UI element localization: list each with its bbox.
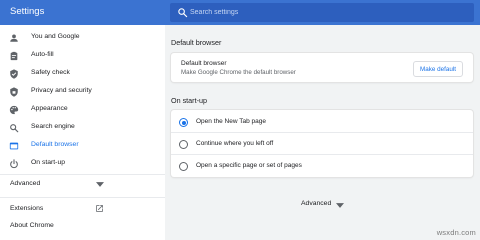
sidebar-item-appearance[interactable]: Appearance [0,101,165,119]
sidebar-item-label: Auto-fill [31,51,54,58]
radio-button-checked[interactable] [179,118,188,127]
search-icon [178,8,188,18]
shield-lock-icon [10,87,18,97]
sidebar-item-default-browser[interactable]: Default browser [0,137,165,155]
search-box[interactable] [170,3,474,22]
clipboard-icon [10,51,18,61]
radio-button[interactable] [179,140,188,149]
default-browser-title: Default browser [181,60,227,67]
sidebar-item-privacy-and-security[interactable]: Privacy and security [0,83,165,101]
advanced-button[interactable]: Advanced [301,200,331,207]
radio-button[interactable] [179,162,188,171]
palette-icon [9,105,19,115]
person-icon [10,34,18,42]
sidebar-item-on-start-up[interactable]: On start-up [0,155,165,173]
sidebar-item-label: On start-up [31,159,65,166]
sidebar-item-label: Search engine [31,123,75,130]
sidebar-item-label: You and Google [31,33,80,40]
watermark: wsxdn.com [436,228,476,237]
sidebar-divider [0,174,165,175]
startup-option-label: Open a specific page or set of pages [196,162,302,169]
sidebar-item-label: Safety check [31,69,70,76]
startup-option-label: Continue where you left off [196,140,274,147]
sidebar-advanced-toggle[interactable]: Advanced [10,180,40,187]
sidebar-item-label: Appearance [31,105,68,112]
browser-icon [9,142,19,150]
app-title: Settings [10,6,45,17]
sidebar-item-label: Privacy and security [31,87,92,94]
sidebar-divider [0,197,165,198]
settings-header: Settings [0,0,480,25]
sidebar: You and Google Auto-fill Safety check Pr… [0,25,165,240]
search-icon [10,124,19,133]
on-start-up-card: Open the New Tab page Continue where you… [171,110,473,177]
default-browser-subtitle: Make Google Chrome the default browser [181,69,296,76]
sidebar-item-extensions[interactable]: Extensions [10,205,43,212]
search-input[interactable] [190,3,460,22]
make-default-button[interactable]: Make default [413,61,463,77]
on-start-up-heading: On start-up [171,96,207,105]
sidebar-item-label: Default browser [31,141,79,148]
default-browser-heading: Default browser [171,38,222,47]
power-icon [10,159,18,169]
startup-option-label: Open the New Tab page [196,118,266,125]
sidebar-item-you-and-google[interactable]: You and Google [0,29,165,47]
sidebar-item-safety-check[interactable]: Safety check [0,65,165,83]
sidebar-item-about-chrome[interactable]: About Chrome [10,222,54,229]
startup-option-specific-pages[interactable]: Open a specific page or set of pages [171,154,473,179]
external-link-icon[interactable] [95,204,104,213]
default-browser-card: Default browser Make Google Chrome the d… [171,53,473,82]
chevron-down-icon[interactable] [336,203,344,208]
chevron-down-icon[interactable] [96,182,104,187]
sidebar-item-search-engine[interactable]: Search engine [0,119,165,137]
shield-icon [10,69,18,79]
sidebar-item-auto-fill[interactable]: Auto-fill [0,47,165,65]
